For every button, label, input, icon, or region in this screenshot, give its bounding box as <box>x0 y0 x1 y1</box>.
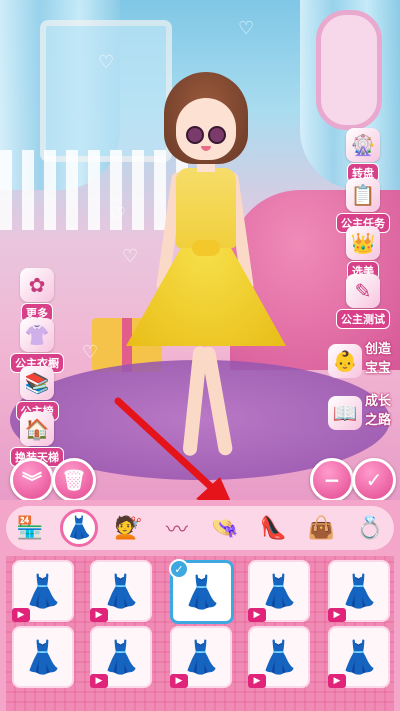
clothing-item-card[interactable]: 👗 ▶ <box>90 560 152 622</box>
dress-icon: 👗 <box>259 572 299 610</box>
dress-icon: 👗 <box>339 638 379 676</box>
trash-icon: 🗑 <box>61 468 87 492</box>
baby-icon: 👶 <box>328 344 362 378</box>
video-play-icon: ▶ <box>248 608 266 622</box>
turntable-button[interactable]: 🎡 转盘 <box>328 128 398 183</box>
clothing-item-card[interactable]: 👗 ▶ <box>328 560 390 622</box>
tab-shop[interactable]: 🏪 <box>12 510 48 546</box>
dress-icon: 👗 <box>181 638 221 676</box>
book-icon: 📖 <box>328 396 362 430</box>
clothing-item-card[interactable]: 👗 ✓ <box>169 559 234 624</box>
video-play-icon: ▶ <box>328 674 346 688</box>
check-icon: ✓ <box>365 468 383 492</box>
more-icon: ✿ <box>20 268 54 302</box>
dress-icon: 👗 <box>101 638 141 676</box>
dress-icon: 👗 <box>101 572 141 610</box>
collapse-button[interactable]: ︾ <box>10 458 54 502</box>
confirm-button[interactable]: ✓ <box>352 458 396 502</box>
clothing-item-card[interactable]: 👗 ▶ <box>170 626 232 688</box>
tab-hat[interactable]: 👒 <box>207 510 243 546</box>
video-play-icon: ▶ <box>328 608 346 622</box>
remove-button[interactable]: − <box>310 458 354 502</box>
item-grid: 👗 ▶ 👗 ▶ 👗 ✓ 👗 ▶ 👗 ▶ 👗 👗 ▶ 👗 ▶ 👗 ▶ 👗 ▶ <box>6 556 394 711</box>
doll-bow <box>192 240 220 256</box>
more-button[interactable]: ✿ 更多 <box>2 268 72 323</box>
tab-dress[interactable]: 👗 <box>60 509 99 547</box>
princess-task-button[interactable]: 📋 公主任务 <box>328 178 398 233</box>
change-background-icon: 🏠 <box>20 412 54 446</box>
dress-icon: 👗 <box>339 572 379 610</box>
selected-check-icon: ✓ <box>169 559 189 579</box>
collapse-chevrons-icon: ︾ <box>22 469 42 494</box>
doll-skirt <box>126 246 286 346</box>
minus-icon: − <box>323 468 341 492</box>
vote-beauty-button[interactable]: 👑 选美 <box>328 226 398 281</box>
video-play-icon: ▶ <box>90 674 108 688</box>
growth-path-button[interactable]: 📖 成长 之路 <box>328 392 398 436</box>
heart-icon: ♡ <box>98 52 115 73</box>
clothing-item-card[interactable]: 👗 ▶ <box>248 560 310 622</box>
clothing-item-card[interactable]: 👗 <box>12 626 74 688</box>
tab-hair[interactable]: 💇 <box>111 510 147 546</box>
doll-face <box>176 98 236 160</box>
princess-wardrobe-button[interactable]: 👚 公主衣橱 <box>2 318 72 373</box>
princess-wardrobe-icon: 👚 <box>20 318 54 352</box>
tab-bag[interactable]: 👜 <box>304 510 340 546</box>
video-play-icon: ▶ <box>90 608 108 622</box>
wardrobe-panel: 🏪 👗 💇 〰 👒 👠 👜 💍 👗 ▶ 👗 ▶ 👗 ✓ 👗 ▶ 👗 ▶ 👗 👗 ▶ 👗 ▶ 👗 ▶ 👗 ▶ <box>0 500 400 711</box>
princess-ranking-icon: 📚 <box>20 366 54 400</box>
video-play-icon: ▶ <box>170 674 188 688</box>
doll-torso <box>176 168 236 248</box>
dress-icon: 👗 <box>23 572 63 610</box>
princess-test-button[interactable]: ✎ 公主测试 <box>328 274 398 329</box>
clothing-item-card[interactable]: 👗 ▶ <box>248 626 310 688</box>
princess-test-icon: ✎ <box>346 274 380 308</box>
video-play-icon: ▶ <box>12 608 30 622</box>
clothing-item-card[interactable]: 👗 ▶ <box>328 626 390 688</box>
dress-icon: 👗 <box>23 638 63 676</box>
clothing-item-card[interactable]: 👗 ▶ <box>90 626 152 688</box>
video-play-icon: ▶ <box>248 674 266 688</box>
turntable-icon: 🎡 <box>346 128 380 162</box>
create-baby-button[interactable]: 👶 创造 宝宝 <box>328 340 398 384</box>
category-tabs: 🏪 👗 💇 〰 👒 👠 👜 💍 <box>6 506 394 550</box>
heart-icon: ♡ <box>238 18 255 39</box>
princess-task-icon: 📋 <box>346 178 380 212</box>
dress-icon: 👗 <box>182 573 222 611</box>
vote-beauty-icon: 👑 <box>346 226 380 260</box>
clothing-item-card[interactable]: 👗 ▶ <box>12 560 74 622</box>
delete-button[interactable]: 🗑 <box>52 458 96 502</box>
tab-accessory[interactable]: 💍 <box>352 510 388 546</box>
heart-icon: ♡ <box>82 342 99 363</box>
tab-shoes[interactable]: 👠 <box>255 510 291 546</box>
dress-icon: 👗 <box>259 638 299 676</box>
mirror <box>316 10 382 130</box>
tab-eyebrow[interactable]: 〰 <box>159 510 195 546</box>
